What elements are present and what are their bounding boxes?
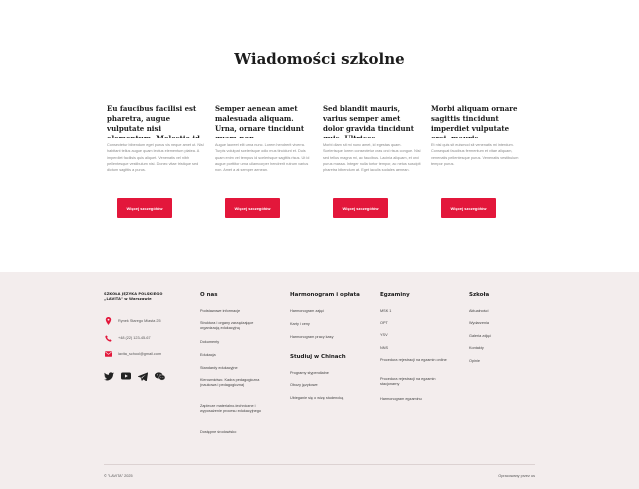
social-links <box>104 371 165 381</box>
footer-link[interactable]: Ubieganie się o wizę studencką <box>290 396 362 401</box>
footer-link[interactable]: Procedura rejestracji na egzamin stacjon… <box>380 377 452 388</box>
news-card-title[interactable]: Morbi aliquam ornare sagittis tincidunt … <box>431 104 529 138</box>
twitter-icon[interactable] <box>104 371 114 381</box>
mail-icon <box>104 350 112 358</box>
footer-link[interactable]: Edukacja <box>200 353 272 358</box>
contact-address: Rynek Starego Miasta 25 <box>104 317 161 325</box>
footer-link[interactable]: Aktualności <box>469 309 541 314</box>
news-card-title[interactable]: Semper aenean amet malesuada aliquam. Ur… <box>215 104 313 138</box>
phone-icon <box>104 334 112 342</box>
address-text: Rynek Starego Miasta 25 <box>118 319 161 323</box>
footer-heading-szkola: Szkoła <box>469 292 490 298</box>
footer-heading-egzaminy: Egzaminy <box>380 292 410 298</box>
brand-line: „LAVITA" w Warszawie <box>104 297 152 301</box>
footer-link[interactable]: MSK 1 <box>380 309 452 314</box>
footer-link[interactable]: Opinie <box>469 359 541 364</box>
copyright-text: © "LAVITA" 2025 <box>104 474 133 478</box>
footer-link[interactable]: Kontakty <box>469 346 541 351</box>
footer-link[interactable]: Karty i ceny <box>290 322 362 327</box>
more-details-button[interactable]: Więcej szczegółów <box>441 198 496 218</box>
news-card-text: Et nisl quis sit euismod sit venenatis m… <box>431 143 519 166</box>
footer-link[interactable]: Struktura i organy zarządzające organiza… <box>200 321 272 332</box>
footer-link[interactable]: Zaplecze materialno-techniczne i wyposaż… <box>200 404 272 415</box>
news-card-text: Augue laoreet elit urna nunc. Lorem hend… <box>215 143 310 173</box>
news-section: Wiadomości szkolne Eu faucibus facilisi … <box>0 0 639 272</box>
footer-link[interactable]: OPT <box>380 321 452 326</box>
footer-link[interactable]: Obozy językowe <box>290 383 362 388</box>
footer-divider <box>104 464 535 465</box>
news-card: Eu faucibus facilisi est pharetra, augue… <box>107 104 205 188</box>
phone-text: +48 (22) 123-45-67 <box>118 336 151 340</box>
contact-email[interactable]: lavita_school@gmail.com <box>104 350 161 358</box>
footer-link[interactable]: Standardy edukacyjne <box>200 366 272 371</box>
more-details-button[interactable]: Więcej szczegółów <box>225 198 280 218</box>
footer-link[interactable]: Kierownictwo. Kadra pedagogiczna (naukow… <box>200 378 272 389</box>
footer-link[interactable]: Dokumenty <box>200 340 272 345</box>
news-card-title[interactable]: Sed blandit mauris, varius semper amet d… <box>323 104 421 138</box>
footer: SZKOŁA JĘZYKA POLSKIEGO „LAVITA" w Warsz… <box>0 272 639 489</box>
more-details-button[interactable]: Więcej szczegółów <box>333 198 388 218</box>
footer-link[interactable]: YSV <box>380 333 452 338</box>
footer-link[interactable]: Dostępne środowisko <box>200 430 272 435</box>
news-card: Sed blandit mauris, varius semper amet d… <box>323 104 421 188</box>
news-card: Morbi aliquam ornare sagittis tincidunt … <box>431 104 529 188</box>
footer-link[interactable]: Harmonogram zajęć <box>290 309 362 314</box>
footer-link[interactable]: Harmonogram egzaminu <box>380 397 452 402</box>
footer-link[interactable]: NNS <box>380 346 452 351</box>
footer-link[interactable]: Wydarzenia <box>469 321 541 326</box>
news-card-title[interactable]: Eu faucibus facilisi est pharetra, augue… <box>107 104 205 138</box>
footer-heading-studiuj: Studiuj w Chinach <box>290 354 346 360</box>
footer-link[interactable]: Podstawowe informacje <box>200 309 272 314</box>
news-card: Semper aenean amet malesuada aliquam. Ur… <box>215 104 313 188</box>
contact-phone[interactable]: +48 (22) 123-45-67 <box>104 334 151 342</box>
news-card-text: Morbi diam sit mi nunc amet, id egestas … <box>323 143 421 173</box>
footer-link[interactable]: Programy stypendialne <box>290 371 362 376</box>
developer-credit-link[interactable]: Opracowany przez us <box>498 474 535 478</box>
footer-link[interactable]: Procedura rejestracji na egzamin online <box>380 358 452 363</box>
footer-link[interactable]: Harmonogram pracy kasy <box>290 335 362 340</box>
location-icon <box>104 317 112 325</box>
telegram-icon[interactable] <box>138 371 148 381</box>
email-text: lavita_school@gmail.com <box>118 352 162 356</box>
wechat-icon[interactable] <box>155 371 165 381</box>
youtube-icon[interactable] <box>121 371 131 381</box>
footer-heading-onas: O nas <box>200 292 218 298</box>
news-card-text: Consectetur bibendum eget purus vis nequ… <box>107 143 204 173</box>
footer-link[interactable]: Galeria zdjęć <box>469 334 541 339</box>
footer-logo-text[interactable]: SZKOŁA JĘZYKA POLSKIEGO „LAVITA" w Warsz… <box>104 292 184 302</box>
section-title: Wiadomości szkolne <box>234 50 405 68</box>
footer-heading-harmonogram: Harmonogram i opłata <box>290 292 360 298</box>
more-details-button[interactable]: Więcej szczegółów <box>117 198 172 218</box>
